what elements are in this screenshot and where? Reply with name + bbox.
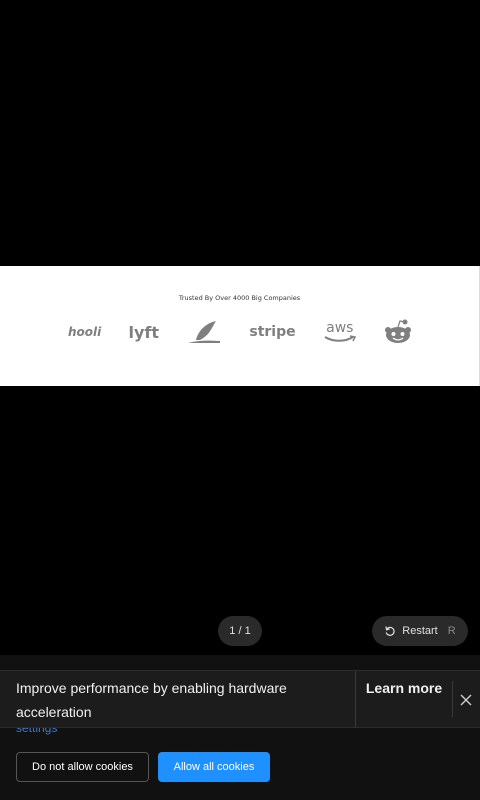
stripe-logo-text: stripe	[249, 324, 296, 340]
logo-band: Trusted By Over 4000 Big Companies hooli…	[0, 266, 480, 386]
aws-smile-icon	[324, 335, 356, 342]
hooli-logo-text: hooli	[68, 325, 102, 339]
leaf-logo-icon	[186, 316, 222, 348]
hooli-logo: hooli	[68, 316, 101, 348]
restart-shortcut-key: R	[447, 625, 456, 637]
deny-cookies-button[interactable]: Do not allow cookies	[16, 752, 149, 782]
toast-message: Improve performance by enabling hardware…	[16, 680, 287, 720]
allow-cookies-button[interactable]: Allow all cookies	[158, 752, 270, 782]
learn-more-button[interactable]: Learn more	[356, 676, 452, 700]
aws-logo-text: aws	[326, 320, 354, 336]
toast-divider-close	[452, 681, 453, 717]
close-icon[interactable]	[458, 692, 474, 708]
stripe-logo: stripe	[249, 316, 295, 348]
hardware-acceleration-toast: Improve performance by enabling hardware…	[0, 670, 480, 728]
logo-row: hooli lyft stripe aws	[68, 316, 412, 348]
restart-button[interactable]: Restart R	[372, 616, 468, 646]
aws-logo: aws	[323, 316, 357, 348]
lyft-logo-text: lyft	[128, 322, 159, 342]
restart-label: Restart	[402, 625, 438, 637]
page-indicator: 1 / 1	[218, 616, 262, 646]
trusted-by-text: Trusted By Over 4000 Big Companies	[178, 294, 301, 302]
lyft-logo: lyft	[128, 316, 159, 348]
restart-icon	[385, 626, 395, 636]
reddit-logo-icon	[384, 316, 412, 348]
preview-stage: Trusted By Over 4000 Big Companies hooli…	[0, 0, 480, 655]
